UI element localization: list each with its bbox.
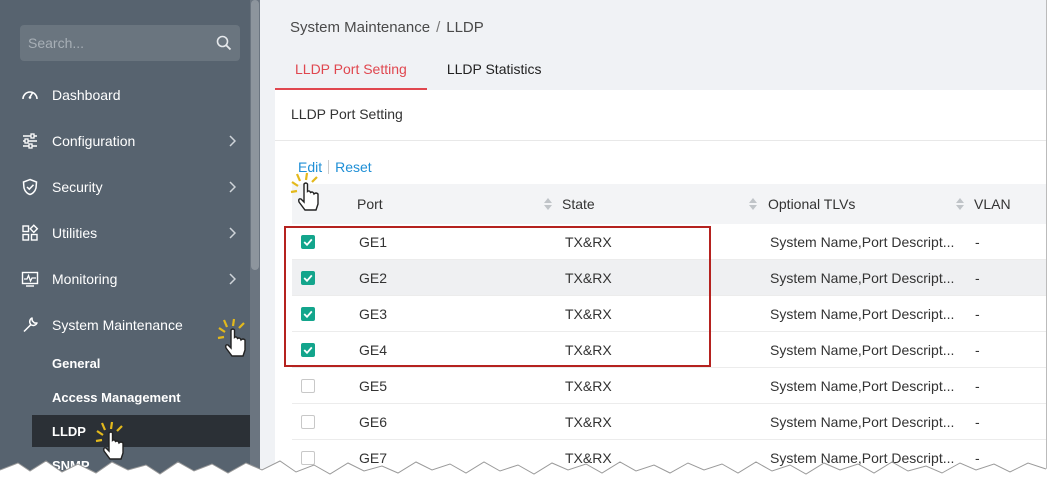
sort-icon[interactable]	[956, 198, 964, 210]
column-header-state[interactable]: State	[562, 184, 595, 224]
sidebar-item-security[interactable]: Security	[0, 169, 250, 205]
cell-optional-tlvs: System Name,Port Descript...	[770, 234, 955, 250]
monitor-pulse-icon	[20, 269, 40, 289]
cell-optional-tlvs: System Name,Port Descript...	[770, 270, 955, 286]
cell-vlan: -	[975, 306, 980, 322]
sidebar-item-label: Security	[52, 179, 103, 195]
sidebar-item-system-maintenance[interactable]: System Maintenance	[0, 307, 250, 343]
torn-edge-decoration	[0, 460, 1052, 495]
column-header-vlan[interactable]: VLAN	[974, 184, 1011, 224]
search-input[interactable]	[28, 35, 216, 51]
click-pointer-icon	[290, 172, 319, 211]
cell-vlan: -	[975, 342, 980, 358]
table-row[interactable]: GE6 TX&RX System Name,Port Descript... -	[292, 404, 1046, 440]
tab-lldp-statistics[interactable]: LLDP Statistics	[427, 52, 562, 90]
cell-vlan: -	[975, 378, 980, 394]
sidebar-item-utilities[interactable]: Utilities	[0, 215, 250, 251]
breadcrumb: System Maintenance / LLDP	[290, 19, 484, 36]
column-header-port[interactable]: Port	[357, 184, 383, 224]
chevron-right-icon	[229, 227, 236, 239]
sidebar-subitem-lldp[interactable]: LLDP	[32, 415, 250, 447]
row-checkbox[interactable]	[301, 415, 315, 429]
table-row[interactable]: GE5 TX&RX System Name,Port Descript... -	[292, 368, 1046, 404]
cell-optional-tlvs: System Name,Port Descript...	[770, 306, 955, 322]
sidebar-item-label: Dashboard	[52, 87, 121, 103]
sidebar-item-monitoring[interactable]: Monitoring	[0, 261, 250, 297]
cell-vlan: -	[975, 270, 980, 286]
sidebar-subitem-label: General	[52, 355, 101, 371]
cell-state: TX&RX	[565, 414, 612, 430]
sidebar-subitem-label: LLDP	[52, 423, 86, 439]
chevron-right-icon	[229, 273, 236, 285]
sidebar-item-label: Configuration	[52, 133, 136, 149]
search-box[interactable]	[20, 25, 240, 61]
breadcrumb-separator: /	[436, 19, 441, 36]
reset-button[interactable]: Reset	[335, 159, 372, 175]
app-window: Dashboard Configuration Security Utiliti…	[0, 0, 1047, 490]
tab-lldp-port-setting[interactable]: LLDP Port Setting	[275, 52, 427, 90]
sort-icon[interactable]	[749, 198, 757, 210]
sort-icon[interactable]	[544, 198, 552, 210]
sidebar: Dashboard Configuration Security Utiliti…	[0, 0, 260, 490]
divider	[275, 140, 1046, 141]
sidebar-item-label: Utilities	[52, 225, 98, 241]
wrench-icon	[20, 315, 40, 335]
card-title: LLDP Port Setting	[291, 106, 403, 122]
cell-optional-tlvs: System Name,Port Descript...	[770, 378, 955, 394]
sidebar-item-configuration[interactable]: Configuration	[0, 123, 250, 159]
selection-highlight-box	[284, 226, 711, 367]
chevron-right-icon	[229, 135, 236, 147]
cell-vlan: -	[975, 234, 980, 250]
sidebar-item-label: Monitoring	[52, 271, 118, 287]
cell-state: TX&RX	[565, 378, 612, 394]
search-icon[interactable]	[216, 35, 232, 51]
tab-bar: LLDP Port Setting LLDP Statistics	[275, 52, 561, 90]
sidebar-item-dashboard[interactable]: Dashboard	[0, 77, 250, 113]
dashboard-gauge-icon	[20, 85, 40, 105]
sidebar-item-label: System Maintenance	[52, 317, 183, 333]
cell-port: GE6	[359, 414, 388, 430]
sidebar-scrollbar-thumb[interactable]	[251, 0, 259, 270]
row-checkbox[interactable]	[301, 379, 315, 393]
cell-port: GE5	[359, 378, 388, 394]
click-pointer-icon	[217, 318, 246, 357]
cell-vlan: -	[975, 414, 980, 430]
breadcrumb-parent[interactable]: System Maintenance	[290, 19, 430, 36]
cell-optional-tlvs: System Name,Port Descript...	[770, 342, 955, 358]
shield-icon	[20, 177, 40, 197]
breadcrumb-current: LLDP	[446, 19, 484, 36]
sidebar-subitem-label: Access Management	[52, 389, 181, 405]
column-header-optional-tlvs[interactable]: Optional TLVs	[768, 184, 855, 224]
apps-grid-icon	[20, 223, 40, 243]
sidebar-subitem-access-management[interactable]: Access Management	[32, 381, 250, 413]
cell-optional-tlvs: System Name,Port Descript...	[770, 414, 955, 430]
chevron-right-icon	[229, 181, 236, 193]
sliders-icon	[20, 131, 40, 151]
table-header: Port State Optional TLVs VLAN	[292, 184, 1046, 224]
